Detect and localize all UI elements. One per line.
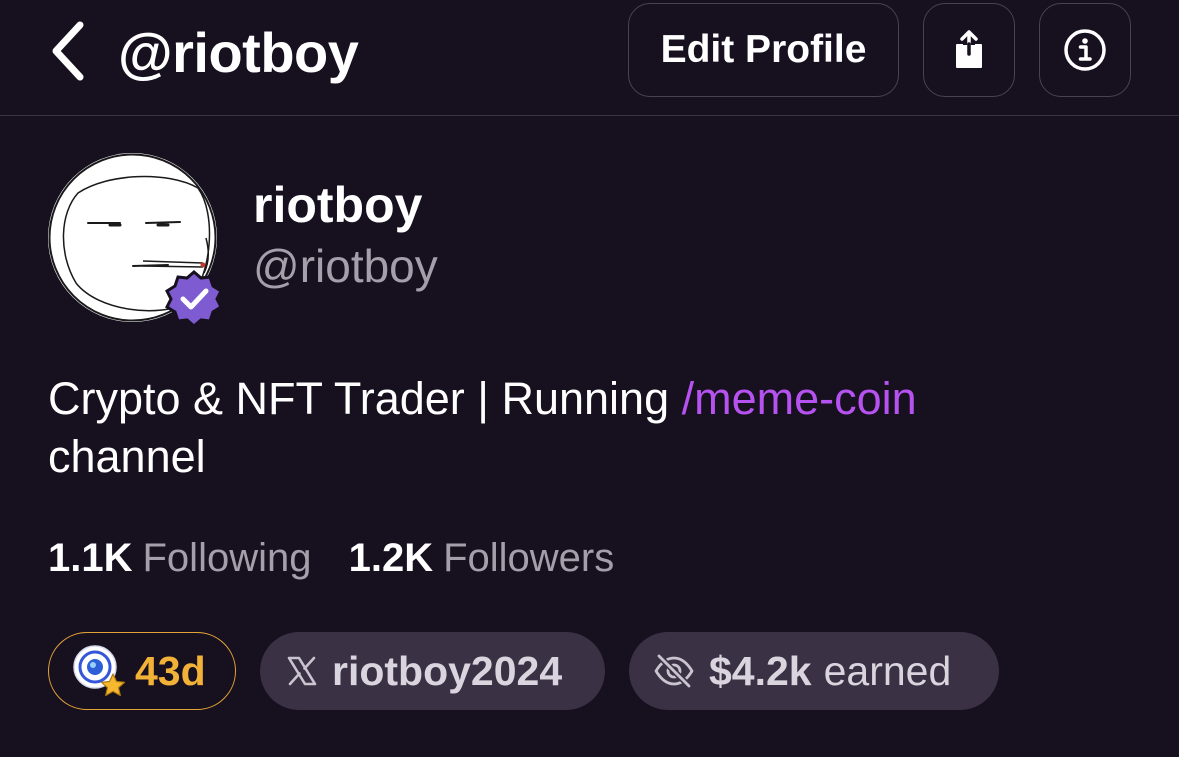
- bio-suffix: channel: [48, 431, 206, 482]
- username-handle: @riotboy: [253, 240, 438, 292]
- following-label: Following: [142, 536, 312, 580]
- following-stat[interactable]: 1.1K Following: [48, 530, 311, 586]
- display-name: riotboy: [253, 177, 423, 233]
- info-icon: [1064, 29, 1106, 71]
- info-button[interactable]: [1039, 3, 1131, 97]
- share-button[interactable]: [923, 3, 1015, 97]
- streak-days: 43d: [135, 647, 206, 694]
- chevron-left-icon: [52, 21, 84, 81]
- x-account-chip[interactable]: riotboy2024: [260, 632, 605, 710]
- eye-slash-icon: [654, 654, 694, 688]
- follow-stats: 1.1K Following 1.2K Followers: [48, 530, 614, 586]
- x-username: riotboy2024: [332, 647, 563, 694]
- x-logo-icon: [287, 656, 317, 686]
- top-bar: @riotboy Edit Profile: [0, 0, 1179, 116]
- verified-badge-icon: [165, 270, 223, 328]
- profile-bio: Crypto & NFT Trader | Running /meme-coin…: [48, 370, 1138, 486]
- earned-amount: $4.2k: [709, 647, 812, 694]
- streak-badge-icon: [73, 645, 126, 697]
- following-count: 1.1K: [48, 536, 133, 580]
- streak-chip[interactable]: 43d: [48, 632, 236, 710]
- earned-label: earned: [823, 647, 952, 694]
- page-title: @riotboy: [118, 21, 359, 84]
- edit-profile-button[interactable]: Edit Profile: [628, 3, 899, 97]
- earnings-chip[interactable]: $4.2k earned: [629, 632, 999, 710]
- followers-count: 1.2K: [348, 536, 434, 580]
- share-icon: [956, 30, 982, 68]
- followers-label: Followers: [443, 536, 615, 580]
- bio-text: Crypto & NFT Trader | Running: [48, 373, 682, 424]
- followers-stat[interactable]: 1.2K Followers: [349, 530, 615, 586]
- back-button[interactable]: [40, 18, 96, 84]
- bio-channel-link[interactable]: /meme-coin: [682, 373, 917, 424]
